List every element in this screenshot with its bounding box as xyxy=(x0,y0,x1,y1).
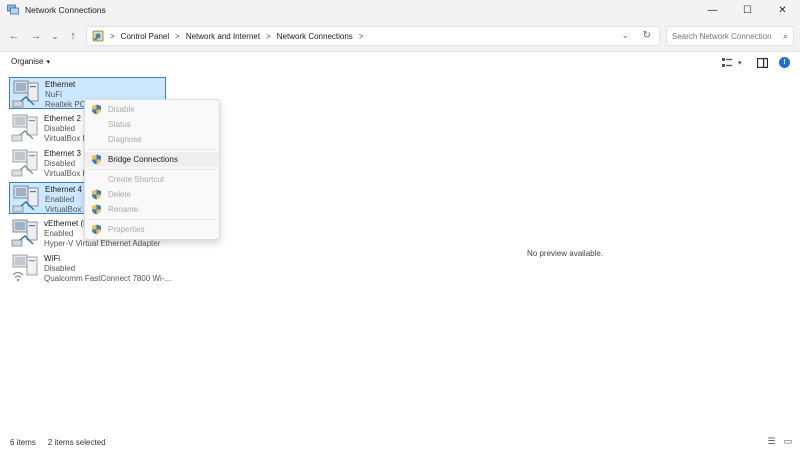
breadcrumb-separator[interactable]: > xyxy=(359,32,364,41)
connection-adapter: VirtualBox H xyxy=(44,134,89,143)
menu-item-rename[interactable]: Rename xyxy=(85,202,219,217)
connection-name: Ethernet 3 xyxy=(44,149,81,158)
breadcrumb-network-and-internet[interactable]: Network and Internet xyxy=(186,32,260,41)
menu-item-label: Disable xyxy=(108,105,135,114)
preview-pane-icon xyxy=(757,58,768,68)
menu-item-status[interactable]: Status xyxy=(85,117,219,132)
network-adapter-icon xyxy=(12,80,39,108)
recent-locations-button[interactable]: ⌄ xyxy=(47,28,63,44)
context-menu: Disable Status Diagnose Bridge Connectio… xyxy=(84,99,220,240)
breadcrumb-network-connections[interactable]: Network Connections xyxy=(277,32,353,41)
organise-button[interactable]: Organise ▾ xyxy=(11,57,50,66)
list-item[interactable]: WiFi Disabled Qualcomm FastConnect 7800 … xyxy=(9,252,171,284)
search-input[interactable] xyxy=(672,31,772,41)
connection-status: Disabled xyxy=(44,124,76,133)
uac-shield-icon xyxy=(92,204,101,215)
uac-shield-icon xyxy=(92,104,101,115)
menu-item-label: Status xyxy=(108,120,131,129)
preview-placeholder: No preview available. xyxy=(527,249,604,258)
status-bar: 6 items 2 items selected ☰ ▭ xyxy=(0,434,800,450)
menu-item-diagnose[interactable]: Diagnose xyxy=(85,132,219,147)
network-adapter-icon xyxy=(12,185,39,213)
connection-adapter: VirtualBox H xyxy=(44,169,89,178)
help-icon[interactable]: ! xyxy=(779,57,790,68)
view-details-icon xyxy=(722,58,732,67)
connection-name: WiFi xyxy=(44,254,60,263)
chevron-down-icon: ▾ xyxy=(738,60,742,67)
refresh-icon[interactable]: ↻ xyxy=(643,30,651,41)
connection-adapter: Hyper-V Virtual Ethernet Adapter xyxy=(44,239,161,248)
forward-button[interactable]: → xyxy=(28,28,44,44)
network-adapter-icon xyxy=(11,114,38,142)
connection-status: Enabled xyxy=(45,195,75,204)
menu-item-create-shortcut[interactable]: Create Shortcut xyxy=(85,172,219,187)
close-button[interactable]: ✕ xyxy=(765,0,800,20)
chevron-down-icon: ▾ xyxy=(46,58,50,66)
menu-item-label: Properties xyxy=(108,225,145,234)
window-title: Network Connections xyxy=(25,5,106,15)
menu-separator xyxy=(89,219,215,220)
menu-item-label: Rename xyxy=(108,205,139,214)
connection-adapter: VirtualBox H xyxy=(45,205,90,214)
window-controls: — ☐ ✕ xyxy=(695,0,800,20)
search-box[interactable]: ⌕ xyxy=(666,26,794,46)
change-view-button[interactable]: ▾ xyxy=(722,56,742,70)
connection-adapter: Qualcomm FastConnect 7800 Wi-... xyxy=(44,274,172,283)
title-bar: Network Connections — ☐ ✕ xyxy=(0,0,800,20)
menu-item-disable[interactable]: Disable xyxy=(85,102,219,117)
breadcrumb-separator[interactable]: > xyxy=(266,32,271,41)
menu-item-label: Create Shortcut xyxy=(108,175,165,184)
up-button[interactable]: ↑ xyxy=(65,28,81,44)
connection-status: Disabled xyxy=(44,264,76,273)
connection-status: Disabled xyxy=(44,159,76,168)
minimize-button[interactable]: — xyxy=(695,0,730,20)
menu-item-delete[interactable]: Delete xyxy=(85,187,219,202)
menu-item-properties[interactable]: Properties xyxy=(85,222,219,237)
menu-separator xyxy=(89,169,215,170)
navigation-bar: ← → ⌄ ↑ > Control Panel > Network and In… xyxy=(0,20,800,52)
item-count: 6 items xyxy=(10,437,36,447)
connection-status: NuFi xyxy=(45,90,62,99)
connection-name: Ethernet xyxy=(45,80,76,89)
network-adapter-icon xyxy=(11,149,38,177)
large-icons-view-icon[interactable]: ▭ xyxy=(783,436,792,447)
connection-name: Ethernet 2 xyxy=(44,114,81,123)
network-connections-app-icon xyxy=(7,4,19,15)
uac-shield-icon xyxy=(92,154,101,165)
menu-item-bridge-connections[interactable]: Bridge Connections xyxy=(85,152,219,167)
search-icon[interactable]: ⌕ xyxy=(783,31,788,42)
wifi-adapter-icon xyxy=(12,254,38,282)
control-panel-icon xyxy=(92,30,104,42)
command-bar: Organise ▾ ▾ ! xyxy=(0,53,800,73)
breadcrumb-control-panel[interactable]: Control Panel xyxy=(121,32,169,41)
breadcrumb-separator[interactable]: > xyxy=(175,32,180,41)
uac-shield-icon xyxy=(92,224,101,235)
menu-item-label: Bridge Connections xyxy=(108,155,178,164)
address-bar[interactable]: > Control Panel > Network and Internet >… xyxy=(86,26,660,46)
address-dropdown-icon[interactable]: ⌄ xyxy=(621,30,629,41)
back-button[interactable]: ← xyxy=(6,28,22,44)
preview-pane-button[interactable] xyxy=(757,56,768,70)
menu-item-label: Delete xyxy=(108,190,132,199)
maximize-button[interactable]: ☐ xyxy=(730,0,765,20)
menu-separator xyxy=(89,149,215,150)
selection-count: 2 items selected xyxy=(47,437,106,447)
uac-shield-icon xyxy=(92,189,101,200)
organise-label: Organise xyxy=(11,57,44,66)
breadcrumb-separator: > xyxy=(110,31,115,41)
network-adapter-icon xyxy=(11,219,38,247)
details-view-icon[interactable]: ☰ xyxy=(767,436,775,447)
connection-name: Ethernet 4 xyxy=(45,185,82,194)
menu-item-label: Diagnose xyxy=(108,135,142,144)
